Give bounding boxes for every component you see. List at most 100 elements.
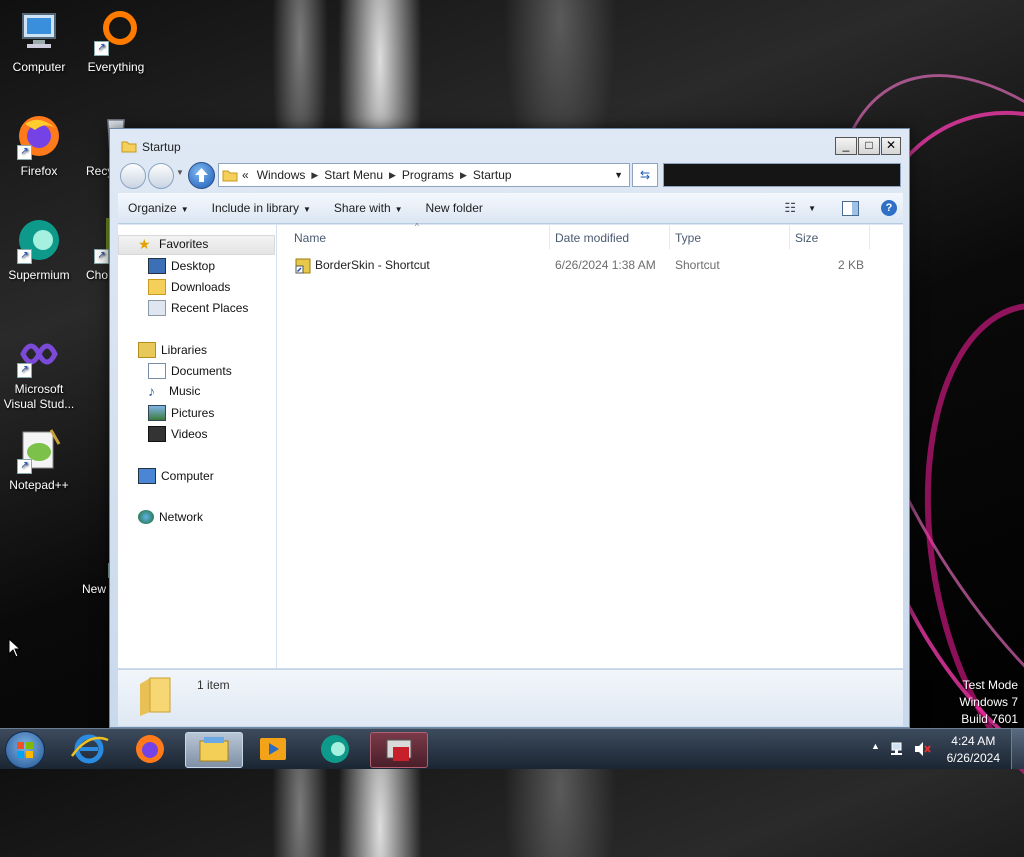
clock-date: 6/26/2024: [946, 751, 1000, 765]
mouse-cursor-icon: [8, 638, 22, 658]
taskbar-firefox[interactable]: [123, 732, 177, 766]
nav-network[interactable]: Network: [138, 510, 203, 524]
nav-downloads-label: Downloads: [171, 280, 231, 294]
column-separator: [549, 225, 550, 249]
videos-icon: [148, 426, 166, 442]
chevron-down-icon: ▼: [303, 205, 311, 214]
taskbar-active-app[interactable]: [370, 732, 428, 768]
new-folder-button[interactable]: New folder: [417, 201, 492, 215]
file-name: BorderSkin - Shortcut: [315, 258, 430, 272]
file-type: Shortcut: [675, 258, 720, 272]
desktop-icon-notepadpp[interactable]: ↗ Notepad++: [3, 426, 75, 493]
nav-computer[interactable]: Computer: [138, 468, 214, 484]
shortcut-arrow-icon: ↗: [94, 41, 109, 56]
column-header-size[interactable]: Size: [795, 231, 818, 245]
desktop-icon-computer[interactable]: Computer: [3, 8, 75, 75]
shortcut-arrow-icon: ↗: [94, 249, 109, 264]
minimize-button[interactable]: _: [835, 137, 857, 155]
show-hidden-icons-icon[interactable]: ▲: [871, 741, 880, 751]
taskbar-media-player[interactable]: [246, 732, 300, 766]
desktop-icon-supermium[interactable]: ↗ Supermium: [3, 216, 75, 283]
desktop-icon-everything[interactable]: ↗ Everything: [80, 8, 152, 75]
shortcut-arrow-icon: ↗: [17, 459, 32, 474]
clock-time: 4:24 AM: [951, 734, 996, 748]
nav-pictures[interactable]: Pictures: [148, 405, 214, 421]
address-overflow[interactable]: «: [238, 168, 253, 182]
media-player-icon: [260, 738, 286, 760]
share-with-button[interactable]: Share with ▼: [325, 201, 412, 215]
address-dropdown-icon[interactable]: ▼: [614, 170, 623, 180]
nav-documents[interactable]: Documents: [148, 363, 232, 379]
window-title: Startup: [142, 140, 181, 154]
shortcut-file-icon: [295, 258, 311, 274]
star-icon: ★: [138, 236, 151, 252]
breadcrumb-separator-icon[interactable]: ▶: [309, 170, 320, 181]
recent-places-icon: [148, 300, 166, 316]
help-icon[interactable]: ?: [881, 200, 897, 216]
desktop-icon-label: Everything: [87, 60, 145, 74]
preview-pane-button[interactable]: [842, 200, 859, 216]
include-in-library-label: Include in library: [211, 201, 299, 215]
chevron-down-icon: ▼: [180, 205, 189, 214]
view-options-button[interactable]: ☷ ▼: [784, 200, 816, 216]
sort-indicator-icon: ^: [415, 222, 419, 231]
breadcrumb-start-menu[interactable]: Start Menu: [320, 168, 387, 182]
nav-libraries-label: Libraries: [161, 343, 208, 357]
address-bar[interactable]: « Windows ▶ Start Menu ▶ Programs ▶ Star…: [218, 163, 630, 187]
nav-music-label: Music: [169, 384, 201, 398]
chevron-down-icon: ▼: [394, 205, 403, 214]
column-separator: [669, 225, 670, 249]
title-bar[interactable]: Startup _ □ ✕: [110, 129, 909, 163]
item-count: 1 item: [197, 678, 230, 692]
details-pane: 1 item: [118, 669, 903, 726]
column-header-date-modified[interactable]: Date modified: [555, 231, 629, 245]
music-icon: ♪: [148, 383, 155, 399]
breadcrumb-programs[interactable]: Programs: [398, 168, 458, 182]
include-in-library-button[interactable]: Include in library ▼: [203, 201, 320, 215]
recent-pages-chevron-icon[interactable]: ▼: [176, 168, 184, 177]
volume-muted-icon[interactable]: [913, 741, 931, 757]
taskbar-windows-explorer[interactable]: [185, 732, 243, 768]
app-window-icon: [386, 739, 412, 761]
nav-desktop[interactable]: Desktop: [148, 258, 215, 274]
taskbar-internet-explorer[interactable]: [62, 732, 116, 766]
organize-button[interactable]: Organize ▼: [119, 201, 198, 215]
file-list[interactable]: ^ Name Date modified Type Size BorderSki…: [277, 222, 903, 668]
close-button[interactable]: ✕: [881, 137, 901, 155]
up-button[interactable]: [188, 162, 215, 189]
desktop-icon-firefox[interactable]: ↗ Firefox: [3, 112, 75, 179]
back-button[interactable]: [120, 163, 146, 189]
forward-button[interactable]: [148, 163, 174, 189]
breadcrumb-windows[interactable]: Windows: [253, 168, 310, 182]
nav-libraries[interactable]: Libraries: [138, 342, 207, 358]
nav-videos[interactable]: Videos: [148, 426, 207, 442]
refresh-button[interactable]: ⇆: [632, 163, 658, 187]
taskbar-supermium[interactable]: [308, 732, 362, 766]
breadcrumb-startup[interactable]: Startup: [469, 168, 516, 182]
column-header-name[interactable]: Name: [294, 231, 326, 245]
network-tray-icon[interactable]: [890, 741, 906, 757]
breadcrumb-separator-icon[interactable]: ▶: [458, 170, 469, 181]
desktop-icon-label: Computer: [12, 60, 66, 74]
system-clock[interactable]: 4:24 AM 6/26/2024: [947, 733, 1000, 767]
shortcut-arrow-icon: ↗: [17, 363, 32, 378]
start-button[interactable]: [5, 731, 45, 769]
table-row[interactable]: BorderSkin - Shortcut 6/26/2024 1:38 AM …: [277, 253, 903, 277]
nav-recent-places[interactable]: Recent Places: [148, 300, 248, 316]
up-arrow-icon: [195, 168, 208, 182]
search-input[interactable]: [663, 163, 901, 187]
column-header-type[interactable]: Type: [675, 231, 701, 245]
explorer-window[interactable]: Startup _ □ ✕ ▼ « Windows ▶ Start Menu ▶…: [109, 128, 910, 728]
downloads-icon: [148, 279, 166, 295]
nav-favorites[interactable]: ★ Favorites: [138, 237, 208, 251]
internet-explorer-icon: [70, 734, 109, 764]
nav-music[interactable]: ♪ Music: [148, 384, 200, 398]
desktop-icon-visual-studio[interactable]: ↗ Microsoft Visual Stud...: [3, 330, 75, 412]
show-desktop-button[interactable]: [1011, 729, 1024, 769]
maximize-button[interactable]: □: [858, 137, 880, 155]
nav-desktop-label: Desktop: [171, 259, 216, 273]
nav-downloads[interactable]: Downloads: [148, 279, 230, 295]
breadcrumb-separator-icon[interactable]: ▶: [387, 170, 398, 181]
nav-pictures-label: Pictures: [171, 406, 215, 420]
pictures-icon: [148, 405, 166, 421]
